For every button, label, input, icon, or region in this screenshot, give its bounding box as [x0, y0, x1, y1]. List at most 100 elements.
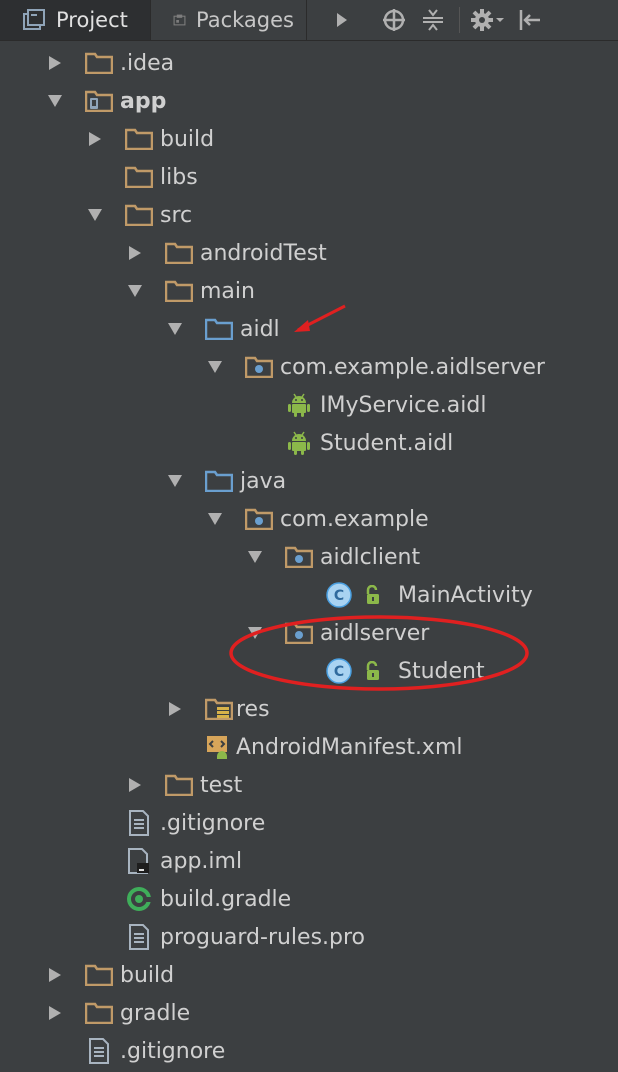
module-folder-icon	[84, 88, 114, 114]
project-view-icon	[23, 9, 45, 30]
tree-node-gradle[interactable]: gradle	[44, 994, 190, 1032]
locate-button[interactable]	[377, 0, 411, 40]
tree-node-proguard[interactable]: proguard-rules.pro	[84, 918, 365, 956]
expand-arrow-icon[interactable]	[124, 242, 146, 264]
tree-node-label: main	[200, 278, 255, 304]
expand-arrow-icon[interactable]	[164, 698, 186, 720]
tree-node-label: com.example	[280, 506, 429, 532]
tree-node-manifest[interactable]: AndroidManifest.xml	[164, 728, 463, 766]
tree-node-res[interactable]: res	[164, 690, 270, 728]
more-tabs-arrow-icon	[337, 13, 347, 27]
tree-node-label: app	[120, 88, 167, 114]
tree-node-mainactivity[interactable]: C MainActivity	[284, 576, 533, 614]
tree-node-label: com.example.aidlserver	[280, 354, 545, 380]
tree-node-androidtest[interactable]: androidTest	[124, 234, 327, 272]
collapse-arrow-icon[interactable]	[164, 470, 186, 492]
tree-node-imyservice[interactable]: IMyService.aidl	[244, 386, 486, 424]
tree-node-label: IMyService.aidl	[320, 392, 487, 418]
tree-node-label: MainActivity	[398, 582, 533, 608]
tree-node-java[interactable]: java	[164, 462, 286, 500]
tree-node-app[interactable]: app	[44, 82, 166, 120]
android-icon	[284, 392, 314, 418]
tree-node-aidl[interactable]: aidl	[164, 310, 280, 348]
package-folder-icon	[244, 506, 274, 532]
tree-node-label: aidl	[240, 316, 280, 342]
package-folder-icon	[244, 354, 274, 380]
tree-node-root-gitignore[interactable]: .gitignore	[44, 1032, 225, 1070]
folder-icon	[124, 202, 154, 228]
tree-node-label: .idea	[120, 50, 175, 76]
folder-icon	[84, 962, 114, 988]
svg-text:C: C	[334, 588, 344, 604]
collapse-arrow-icon[interactable]	[244, 546, 266, 568]
annotation-arrow	[294, 304, 346, 332]
tree-node-label: app.iml	[160, 848, 243, 874]
manifest-icon	[204, 734, 234, 760]
tree-node-label: Student.aidl	[320, 430, 454, 456]
tree-node-app-build[interactable]: build	[84, 120, 214, 158]
gradle-icon	[124, 886, 154, 912]
tree-node-idea[interactable]: .idea	[44, 44, 174, 82]
tree-node-aidl-package[interactable]: com.example.aidlserver	[204, 348, 545, 386]
tree-node-libs[interactable]: libs	[84, 158, 198, 196]
tree-node-aidlclient[interactable]: aidlclient	[244, 538, 420, 576]
tree-node-label: libs	[160, 164, 198, 190]
expand-arrow-icon[interactable]	[44, 964, 66, 986]
class-icon: C	[324, 582, 354, 608]
tree-node-app-iml[interactable]: app.iml	[84, 842, 242, 880]
tab-project-label: Project	[56, 8, 128, 32]
tree-node-label: build	[120, 962, 175, 988]
tree-node-label: test	[200, 772, 243, 798]
tab-packages[interactable]: Packages	[151, 0, 306, 40]
folder-icon	[124, 126, 154, 152]
resource-folder-icon	[204, 696, 234, 722]
annotation-ellipse	[229, 615, 529, 691]
lock-icon	[362, 582, 384, 608]
tree-node-label: androidTest	[200, 240, 327, 266]
android-icon	[284, 430, 314, 456]
tree-node-build-gradle[interactable]: build.gradle	[84, 880, 291, 918]
tree-node-label: src	[160, 202, 193, 228]
folder-icon	[164, 278, 194, 304]
tree-node-label: .gitignore	[160, 810, 266, 836]
collapse-arrow-icon[interactable]	[44, 90, 66, 112]
expand-arrow-icon[interactable]	[44, 1002, 66, 1024]
collapse-all-icon	[423, 9, 443, 31]
text-file-icon	[124, 924, 154, 950]
tree-node-src[interactable]: src	[84, 196, 192, 234]
tree-node-root-build[interactable]: build	[44, 956, 174, 994]
tree-node-test[interactable]: test	[124, 766, 242, 804]
tree-node-java-package[interactable]: com.example	[204, 500, 429, 538]
collapse-arrow-icon[interactable]	[84, 204, 106, 226]
source-folder-icon	[204, 468, 234, 494]
collapse-all-button[interactable]	[411, 0, 455, 40]
more-tabs-button[interactable]	[307, 0, 377, 40]
settings-button[interactable]	[464, 0, 510, 40]
tree-node-label: gradle	[120, 1000, 191, 1026]
gear-icon	[471, 9, 504, 31]
collapse-arrow-icon[interactable]	[164, 318, 186, 340]
collapse-arrow-icon[interactable]	[204, 508, 226, 530]
package-folder-icon	[284, 544, 314, 570]
tree-node-student-aidl[interactable]: Student.aidl	[244, 424, 453, 462]
tree-node-label: proguard-rules.pro	[160, 924, 366, 950]
tab-project[interactable]: Project	[0, 0, 150, 40]
folder-icon	[164, 772, 194, 798]
text-file-icon	[124, 810, 154, 836]
tree-node-app-gitignore[interactable]: .gitignore	[84, 804, 265, 842]
tree-node-label: aidlclient	[320, 544, 421, 570]
tree-node-label: build	[160, 126, 215, 152]
hide-panel-button[interactable]	[510, 0, 550, 40]
locate-icon	[383, 9, 405, 31]
hide-panel-icon	[519, 10, 540, 30]
expand-arrow-icon[interactable]	[44, 52, 66, 74]
expand-arrow-icon[interactable]	[124, 774, 146, 796]
project-toolbar: Project Packages	[0, 0, 618, 41]
folder-icon	[84, 1000, 114, 1026]
collapse-arrow-icon[interactable]	[204, 356, 226, 378]
collapse-arrow-icon[interactable]	[124, 280, 146, 302]
source-folder-icon	[204, 316, 234, 342]
tree-node-main[interactable]: main	[124, 272, 255, 310]
packages-icon	[173, 14, 186, 26]
expand-arrow-icon[interactable]	[84, 128, 106, 150]
